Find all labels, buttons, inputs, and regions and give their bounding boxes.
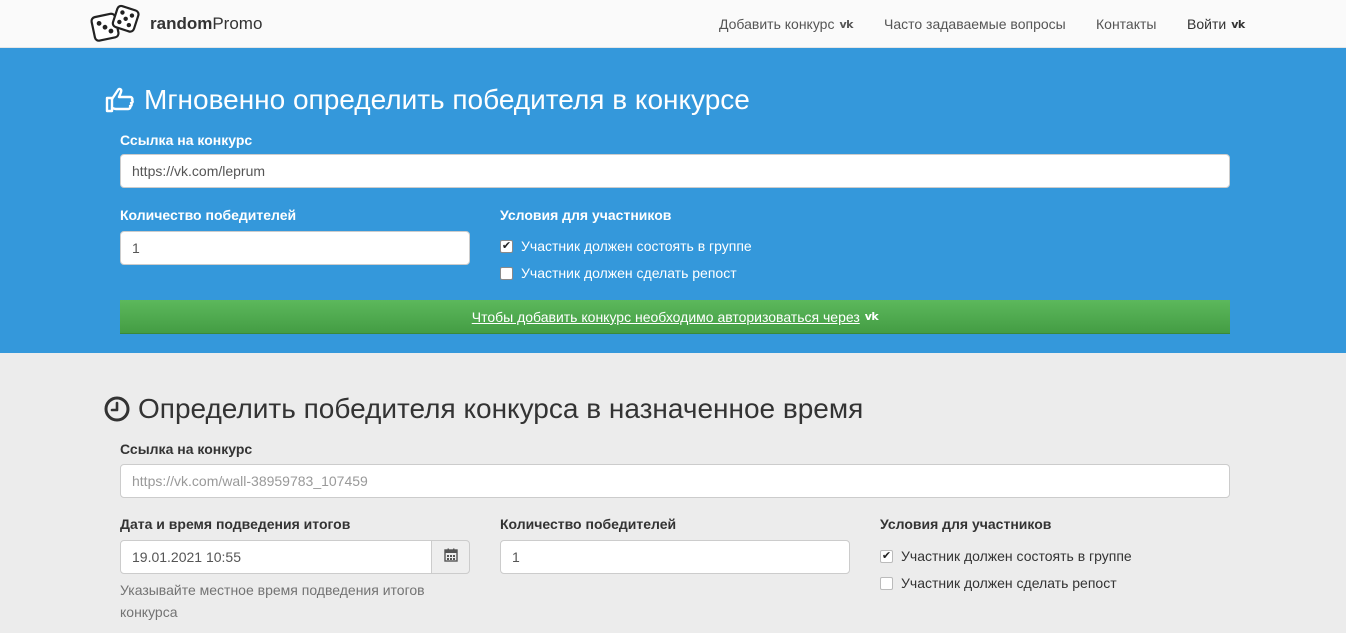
instant-cond-repost-label: Участник должен сделать репост bbox=[521, 265, 737, 281]
datetime-label: Дата и время подведения итогов bbox=[120, 516, 351, 532]
nav-add-contest[interactable]: Добавить конкурс vk bbox=[719, 0, 853, 48]
scheduled-cond-repost-checkbox[interactable]: Участник должен сделать репост bbox=[880, 575, 1117, 591]
scheduled-winners-label: Количество победителей bbox=[500, 516, 677, 532]
datetime-help-text: Указывайте местное время подведения итог… bbox=[120, 582, 425, 620]
vk-icon: vk bbox=[864, 310, 879, 323]
scheduled-link-label: Ссылка на конкурс bbox=[120, 441, 253, 457]
auth-vk-text: Чтобы добавить конкурс необходимо автори… bbox=[471, 308, 860, 325]
scheduled-cond-repost-label: Участник должен сделать репост bbox=[901, 575, 1117, 591]
calendar-icon bbox=[443, 548, 458, 567]
nav-add-contest-label: Добавить конкурс bbox=[719, 16, 835, 32]
scheduled-cond-group-label: Участник должен состоять в группе bbox=[901, 548, 1132, 564]
checkmark-icon: ✔ bbox=[500, 239, 513, 253]
instant-cond-group-label: Участник должен состоять в группе bbox=[521, 238, 752, 254]
nav-faq[interactable]: Часто задаваемые вопросы bbox=[884, 0, 1066, 48]
nav-contacts-label: Контакты bbox=[1096, 16, 1157, 32]
instant-cond-group-checkbox[interactable]: ✔ Участник должен состоять в группе bbox=[500, 238, 752, 254]
instant-conditions-label: Условия для участников bbox=[500, 207, 672, 223]
calendar-button[interactable] bbox=[431, 540, 470, 574]
instant-cond-repost-checkbox[interactable]: Участник должен сделать репост bbox=[500, 265, 737, 281]
instant-title-text: Мгновенно определить победителя в конкур… bbox=[144, 84, 750, 115]
nav-login[interactable]: Войти vk bbox=[1187, 0, 1245, 48]
scheduled-link-input[interactable]: https://vk.com/wall-38959783_107459 bbox=[120, 464, 1230, 498]
auth-vk-button[interactable]: Чтобы добавить конкурс необходимо автори… bbox=[120, 300, 1230, 334]
nav-login-label: Войти bbox=[1187, 16, 1227, 32]
scheduled-title-text: Определить победителя конкурса в назначе… bbox=[138, 393, 864, 424]
instant-winners-input[interactable]: 1 bbox=[120, 231, 470, 265]
vk-icon: vk bbox=[839, 17, 853, 31]
checkmark-icon: ✔ bbox=[880, 549, 893, 563]
clock-icon bbox=[104, 396, 130, 422]
dice-logo-icon bbox=[90, 3, 140, 45]
instant-title: Мгновенно определить победителя в конкур… bbox=[104, 84, 750, 116]
scheduled-title: Определить победителя конкурса в назначе… bbox=[104, 393, 863, 425]
instant-winners-label: Количество победителей bbox=[120, 207, 297, 223]
datetime-input[interactable]: 19.01.2021 10:55 bbox=[120, 540, 432, 574]
brand-name: randomPromo bbox=[150, 14, 263, 33]
nav-contacts[interactable]: Контакты bbox=[1096, 0, 1156, 48]
scheduled-section: Определить победителя конкурса в назначе… bbox=[0, 353, 1346, 633]
instant-link-input[interactable]: https://vk.com/leprum bbox=[120, 154, 1230, 188]
checkbox-box bbox=[500, 266, 513, 280]
vk-icon: vk bbox=[1231, 17, 1245, 31]
thumbs-up-icon bbox=[104, 86, 136, 114]
brand-link[interactable]: randomPromo bbox=[90, 2, 262, 46]
checkbox-box bbox=[880, 576, 893, 590]
instant-link-label: Ссылка на конкурс bbox=[120, 132, 253, 148]
scheduled-conditions-label: Условия для участников bbox=[880, 516, 1052, 532]
scheduled-cond-group-checkbox[interactable]: ✔ Участник должен состоять в группе bbox=[880, 548, 1132, 564]
navbar: randomPromo Добавить конкурс vk Часто зад… bbox=[0, 0, 1346, 48]
scheduled-winners-input[interactable]: 1 bbox=[500, 540, 850, 574]
instant-section: Мгновенно определить победителя в конкур… bbox=[0, 48, 1346, 353]
nav-faq-label: Часто задаваемые вопросы bbox=[884, 16, 1066, 32]
